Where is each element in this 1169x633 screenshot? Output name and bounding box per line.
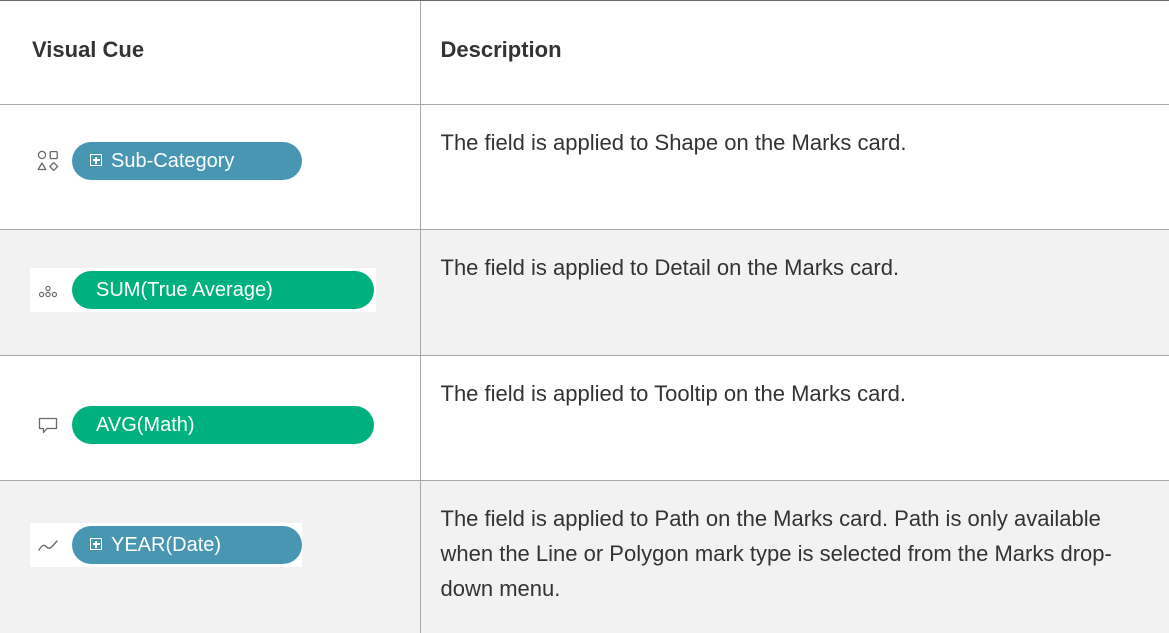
visual-cues-table: Visual Cue Description xyxy=(0,0,1169,633)
visual-cue-cell: Sub-Category xyxy=(0,105,420,230)
shelf-field: Sub-Category xyxy=(30,139,302,183)
expand-icon[interactable] xyxy=(90,154,102,166)
path-icon xyxy=(36,533,60,557)
table-row: SUM(True Average) The field is applied t… xyxy=(0,230,1169,356)
header-description: Description xyxy=(420,1,1169,105)
field-pill-label: AVG(Math) xyxy=(96,414,195,436)
table-header-row: Visual Cue Description xyxy=(0,1,1169,105)
description-text: The field is applied to Shape on the Mar… xyxy=(421,105,1169,160)
header-visual-cue-label: Visual Cue xyxy=(0,1,420,61)
shelf-field: AVG(Math) xyxy=(30,403,376,447)
field-pill[interactable]: YEAR(Date) xyxy=(72,526,302,564)
description-text: The field is applied to Tooltip on the M… xyxy=(421,356,1169,411)
header-description-label: Description xyxy=(421,1,1169,61)
expand-icon[interactable] xyxy=(90,538,102,550)
description-cell: The field is applied to Detail on the Ma… xyxy=(420,230,1169,356)
field-pill-label: YEAR(Date) xyxy=(111,534,221,556)
visual-cue-cell: SUM(True Average) xyxy=(0,230,420,356)
table-row: Sub-Category The field is applied to Sha… xyxy=(0,105,1169,230)
shelf-field: YEAR(Date) xyxy=(30,523,302,567)
table-row: YEAR(Date) The field is applied to Path … xyxy=(0,481,1169,633)
description-text: The field is applied to Path on the Mark… xyxy=(421,481,1169,606)
detail-icon xyxy=(36,278,60,302)
table-row: AVG(Math) The field is applied to Toolti… xyxy=(0,356,1169,481)
description-cell: The field is applied to Tooltip on the M… xyxy=(420,356,1169,481)
description-cell: The field is applied to Path on the Mark… xyxy=(420,481,1169,633)
field-pill-label: SUM(True Average) xyxy=(96,279,273,301)
tooltip-icon xyxy=(36,413,60,437)
field-pill[interactable]: AVG(Math) xyxy=(72,406,374,444)
visual-cue-cell: AVG(Math) xyxy=(0,356,420,481)
shelf-field: SUM(True Average) xyxy=(30,268,376,312)
field-pill[interactable]: Sub-Category xyxy=(72,142,302,180)
description-cell: The field is applied to Shape on the Mar… xyxy=(420,105,1169,230)
description-text: The field is applied to Detail on the Ma… xyxy=(421,230,1169,285)
visual-cue-cell: YEAR(Date) xyxy=(0,481,420,633)
field-pill-label: Sub-Category xyxy=(111,150,234,172)
header-visual-cue: Visual Cue xyxy=(0,1,420,105)
field-pill[interactable]: SUM(True Average) xyxy=(72,271,374,309)
shape-icon xyxy=(36,149,60,173)
